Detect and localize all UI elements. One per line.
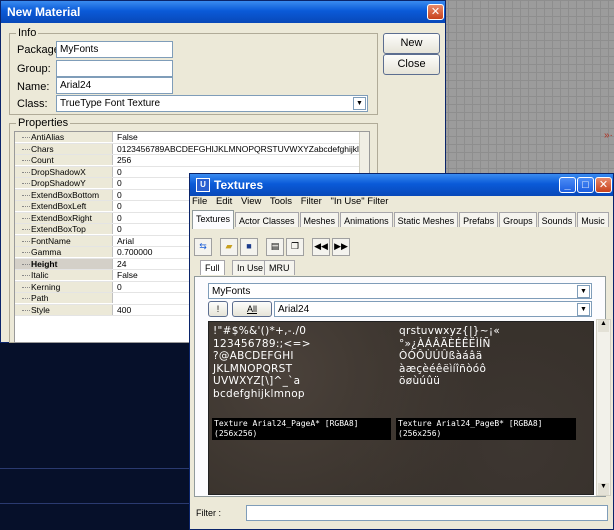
subtab-mru[interactable]: MRU xyxy=(264,260,295,275)
property-name: Height xyxy=(15,258,113,269)
chevron-down-icon[interactable]: ▼ xyxy=(353,97,366,110)
tab-animations[interactable]: Animations xyxy=(340,212,393,227)
class-select-value: TrueType Font Texture xyxy=(60,98,161,109)
window-title: New Material xyxy=(7,5,81,19)
property-name: Italic xyxy=(15,270,113,280)
group-select-value: Arial24 xyxy=(278,304,310,315)
property-name: Style xyxy=(15,304,113,315)
filter-input[interactable] xyxy=(246,505,608,521)
group-input[interactable] xyxy=(56,60,173,77)
tab-sounds[interactable]: Sounds xyxy=(537,212,577,227)
open-folder-icon[interactable]: ▰ xyxy=(220,238,238,256)
properties-group-label: Properties xyxy=(16,117,71,129)
property-name: FontName xyxy=(15,235,113,246)
copy-icon[interactable]: ❐ xyxy=(286,238,304,256)
class-select[interactable]: TrueType Font Texture ▼ xyxy=(56,95,368,112)
tab-groups[interactable]: Groups xyxy=(499,212,537,227)
property-name: DropShadowY xyxy=(15,178,113,188)
app-icon: U xyxy=(196,178,210,192)
properties-icon[interactable]: ▤ xyxy=(266,238,284,256)
menu-tools[interactable]: Tools xyxy=(270,196,292,207)
group-label: Group: xyxy=(17,63,51,75)
property-name: Count xyxy=(15,155,113,165)
property-row[interactable]: Count 256 xyxy=(15,155,369,167)
menu-file[interactable]: File xyxy=(192,196,207,207)
menu-edit[interactable]: Edit xyxy=(216,196,232,207)
package-select-value: MyFonts xyxy=(212,286,251,297)
name-input[interactable]: Arial24 xyxy=(56,77,173,94)
tab-meshes[interactable]: Meshes xyxy=(299,212,340,227)
window-title: Textures xyxy=(214,178,264,192)
texture-page-b-glyphs[interactable]: qrstuvwxyz{|}~¡« °»¿ÀÁÂÄÈÉÊËÌÍÑ ÒÓÔÙÚÛßà… xyxy=(399,325,500,388)
browser-toolbar: ⇆ ▰ ■ ▤ ❐ ◀◀ ▶▶ xyxy=(194,238,350,258)
previous-icon[interactable]: ◀◀ xyxy=(312,238,330,256)
preview-scrollbar[interactable]: ▲ ▼ xyxy=(596,319,611,496)
all-button[interactable]: All xyxy=(232,301,272,317)
tab-prefabs[interactable]: Prefabs xyxy=(459,212,499,227)
viewport-marker: »· xyxy=(604,130,613,141)
property-row[interactable]: AntiAlias False xyxy=(15,132,369,144)
new-button[interactable]: New xyxy=(383,33,440,54)
close-icon[interactable]: ✕ xyxy=(427,4,444,20)
property-name: AntiAlias xyxy=(15,132,113,142)
minimize-icon[interactable]: _ xyxy=(559,177,576,193)
chevron-down-icon[interactable]: ▼ xyxy=(577,303,590,316)
filter-label: Filter : xyxy=(196,508,222,518)
scroll-down-icon[interactable]: ▼ xyxy=(598,483,609,495)
texture-preview-area[interactable]: !"#$%&'()*+,-./0 123456789:;<=> ?@ABCDEF… xyxy=(208,321,594,495)
property-name: Chars xyxy=(15,143,113,154)
menu-in-use-filter[interactable]: "In Use" Filter xyxy=(330,196,388,207)
menu-bar: File Edit View Tools Filter "In Use" Fil… xyxy=(192,196,611,210)
tab-music[interactable]: Music xyxy=(577,212,609,227)
tab-actor-classes[interactable]: Actor Classes xyxy=(235,212,299,227)
property-value[interactable]: False xyxy=(117,132,359,142)
group-select[interactable]: Arial24 ▼ xyxy=(274,301,592,317)
next-icon[interactable]: ▶▶ xyxy=(332,238,350,256)
property-name: ExtendBoxTop xyxy=(15,224,113,234)
property-name: ExtendBoxLeft xyxy=(15,201,113,211)
property-name: ExtendBoxBottom xyxy=(15,189,113,200)
property-value[interactable]: 256 xyxy=(117,155,359,165)
tab-static-meshes[interactable]: Static Meshes xyxy=(393,212,459,227)
tab-textures[interactable]: Textures xyxy=(192,210,235,229)
menu-filter[interactable]: Filter xyxy=(301,196,322,207)
save-icon[interactable]: ■ xyxy=(240,238,258,256)
property-name: Path xyxy=(15,293,113,303)
property-name: Kerning xyxy=(15,281,113,292)
subtab-full[interactable]: Full xyxy=(200,260,225,275)
subtab-in-use[interactable]: In Use xyxy=(232,260,269,275)
title-bar: U Textures xyxy=(190,174,613,196)
info-group-label: Info xyxy=(16,27,39,39)
texture-page-b-caption: Texture Arial24_PageB* [RGBA8] (256x256) xyxy=(396,418,576,440)
property-name: DropShadowX xyxy=(15,166,113,177)
property-value[interactable]: 0123456789ABCDEFGHIJKLMNOPQRSTUVWXYZabcd… xyxy=(117,144,359,154)
dock-icon[interactable]: ⇆ xyxy=(194,238,212,256)
texture-page-a-glyphs[interactable]: !"#$%&'()*+,-./0 123456789:;<=> ?@ABCDEF… xyxy=(213,325,311,400)
package-input[interactable]: MyFonts xyxy=(56,41,173,58)
texture-page-a-caption: Texture Arial24_PageA* [RGBA8] (256x256) xyxy=(212,418,391,440)
maximize-icon[interactable]: □ xyxy=(577,177,594,193)
property-name: Gamma xyxy=(15,247,113,257)
close-icon[interactable]: ✕ xyxy=(595,177,612,193)
unpin-button[interactable]: ! xyxy=(208,301,228,317)
filter-bar: Filter : xyxy=(194,505,609,523)
property-row[interactable]: Chars 0123456789ABCDEFGHIJKLMNOPQRSTUVWX… xyxy=(15,143,369,155)
close-button[interactable]: Close xyxy=(383,54,440,75)
class-label: Class: xyxy=(17,98,48,110)
chevron-down-icon[interactable]: ▼ xyxy=(577,285,590,298)
name-label: Name: xyxy=(17,81,50,93)
scroll-up-icon[interactable]: ▲ xyxy=(598,320,609,332)
title-bar: New Material xyxy=(1,1,445,23)
package-select[interactable]: MyFonts ▼ xyxy=(208,283,592,299)
menu-view[interactable]: View xyxy=(241,196,261,207)
browser-tabs: Textures Actor Classes Meshes Animations… xyxy=(192,210,611,229)
textures-window: U Textures _ □ ✕ File Edit View Tools Fi… xyxy=(189,173,614,530)
property-name: ExtendBoxRight xyxy=(15,212,113,223)
